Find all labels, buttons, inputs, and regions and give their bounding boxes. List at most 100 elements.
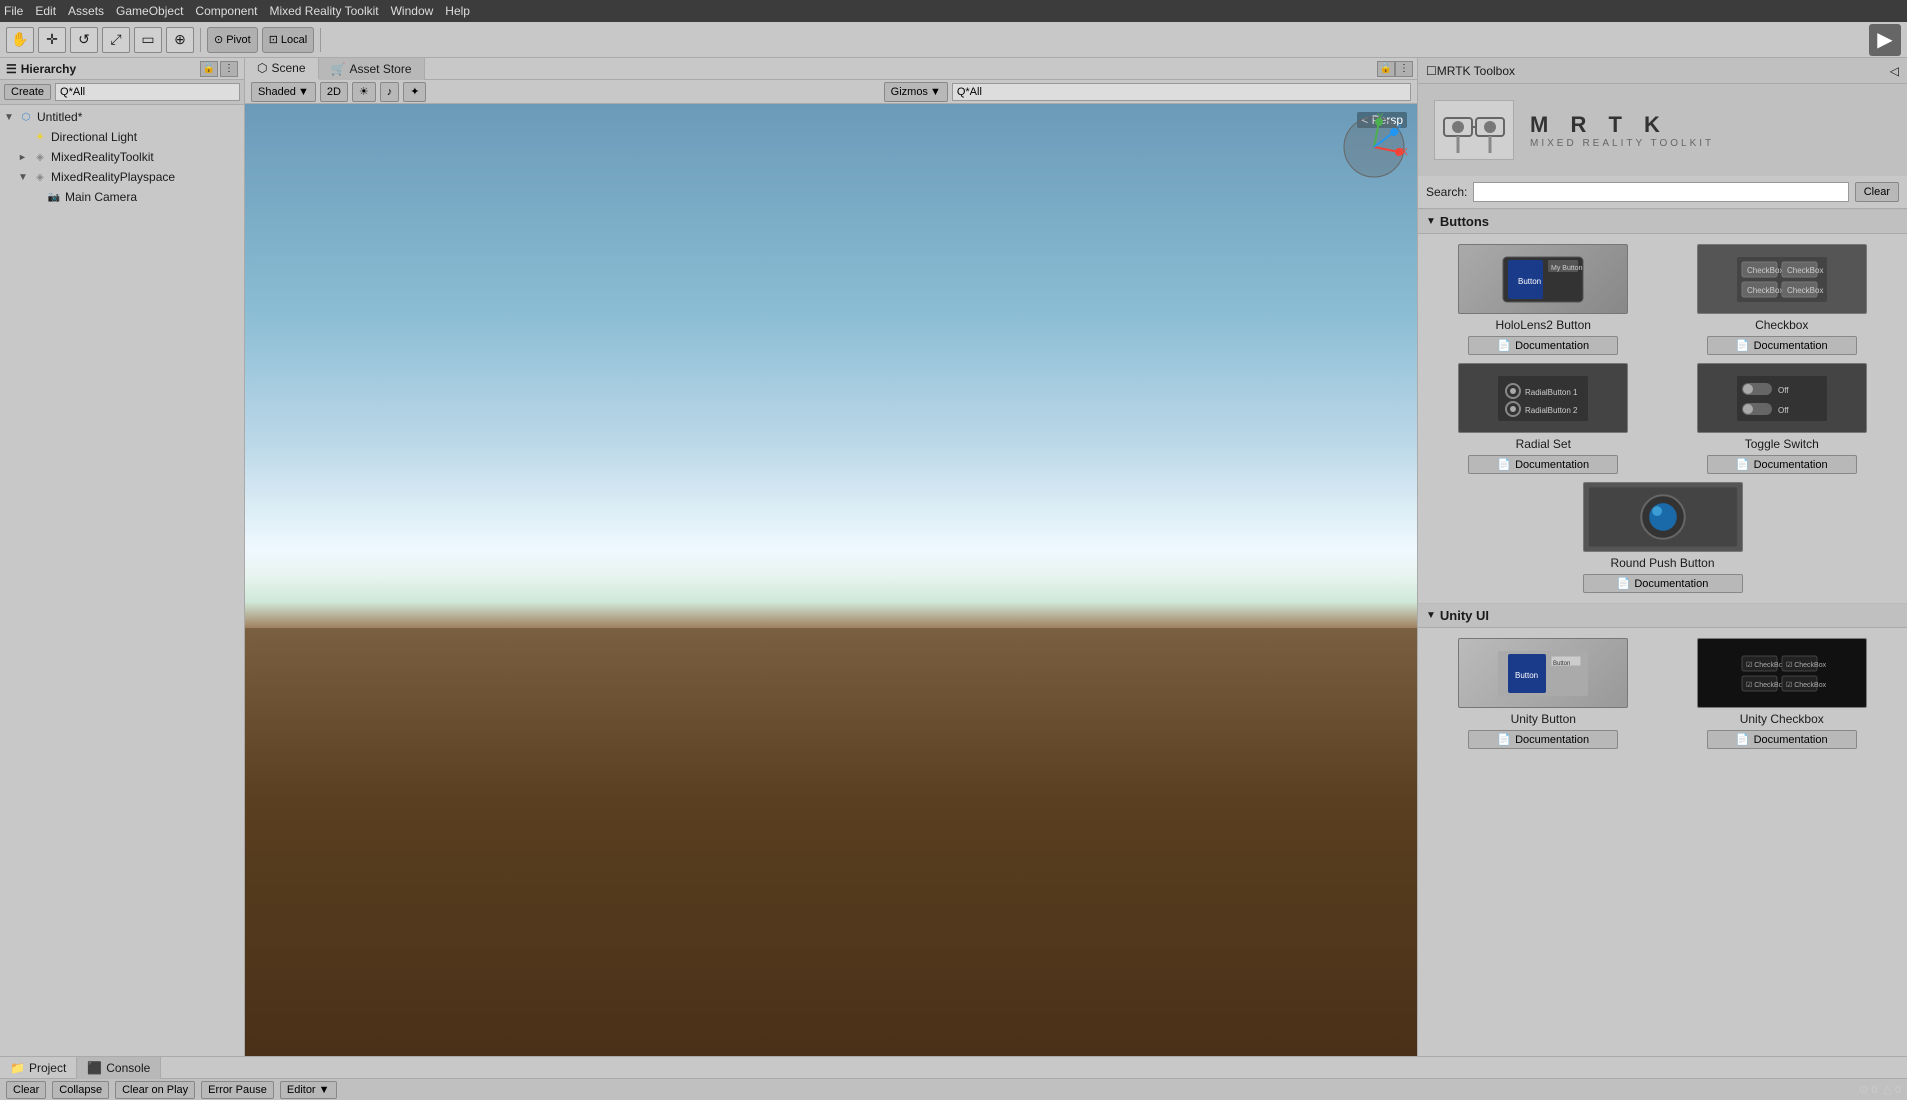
ground-background — [245, 628, 1417, 1056]
buttons-grid: Button My Button HoloLens2 Button 📄 Docu… — [1418, 234, 1907, 603]
holol2-doc-button[interactable]: 📄 Documentation — [1468, 336, 1618, 355]
toolbox-search-input[interactable] — [1473, 182, 1848, 202]
scene-tab-controls: 🔒 ⋮ — [1377, 61, 1417, 77]
radial-doc-button[interactable]: 📄 Documentation — [1468, 455, 1618, 474]
buttons-section-arrow: ▼ — [1426, 216, 1436, 227]
item-unity-button: Button Button Unity Button 📄 Documentati… — [1428, 638, 1659, 749]
svg-text:Button: Button — [1518, 277, 1541, 286]
tree-item-directional-light[interactable]: ☀ Directional Light — [0, 127, 244, 147]
lighting-button[interactable]: ☀ — [352, 82, 376, 102]
buttons-section-header[interactable]: ▼ Buttons — [1418, 209, 1907, 234]
scene-filter-input[interactable] — [952, 83, 1411, 101]
hierarchy-toolbar: Create — [0, 80, 244, 105]
shading-arrow-icon: ▼ — [298, 86, 309, 98]
unity-btn-doc-button[interactable]: 📄 Documentation — [1468, 730, 1618, 749]
round-push-doc-button[interactable]: 📄 Documentation — [1583, 574, 1743, 593]
move-tool-button[interactable]: ✛ — [38, 27, 66, 53]
menu-window[interactable]: Window — [391, 4, 434, 18]
console-clear-button[interactable]: Clear — [6, 1081, 46, 1099]
local-button[interactable]: ⊡ Local — [262, 27, 315, 53]
unity-check-doc-button[interactable]: 📄 Documentation — [1707, 730, 1857, 749]
create-button[interactable]: Create — [4, 84, 51, 100]
tree-item-main-camera[interactable]: 📷 Main Camera — [0, 187, 244, 207]
object-icon-mrtkp: ◈ — [32, 169, 48, 185]
unity-check-doc-label: Documentation — [1754, 734, 1828, 746]
transform-tool-button[interactable]: ⊕ — [166, 27, 194, 53]
rotate-tool-button[interactable]: ↺ — [70, 27, 98, 53]
doc-icon-6: 📄 — [1497, 733, 1511, 746]
scene-icon: ⬡ — [18, 109, 34, 125]
doc-icon-5: 📄 — [1617, 577, 1631, 590]
radial-label: Radial Set — [1516, 437, 1571, 451]
menu-file[interactable]: File — [4, 4, 23, 18]
toolbox-logo: M R T K MIXED REALITY TOOLKIT — [1418, 84, 1907, 176]
console-clear-on-play-button[interactable]: Clear on Play — [115, 1081, 195, 1099]
main-layout: ☰ Hierarchy 🔒 ⋮ Create ▼ ⬡ Untitled* ☀ — [0, 58, 1907, 1056]
pivot-label: Pivot — [226, 34, 250, 46]
scene-menu-button[interactable]: ⋮ — [1395, 61, 1413, 77]
tab-asset-store[interactable]: 🛒 Asset Store — [319, 58, 425, 80]
toolbar-separator-1 — [200, 28, 201, 52]
scene-toolbar: Shaded ▼ 2D ☀ ♪ ✦ Gizmos ▼ — [245, 80, 1417, 104]
unity-check-preview: ☑ CheckBox ☑ CheckBox ☑ CheckBox ☑ Check… — [1697, 638, 1867, 708]
svg-text:CheckBox: CheckBox — [1747, 286, 1783, 295]
tree-item-untitled[interactable]: ▼ ⬡ Untitled* — [0, 107, 244, 127]
unity-btn-preview: Button Button — [1458, 638, 1628, 708]
mrtk-subtitle: MIXED REALITY TOOLKIT — [1530, 138, 1714, 149]
tree-arrow-untitled: ▼ — [4, 112, 18, 123]
menu-help[interactable]: Help — [445, 4, 470, 18]
tree-item-mrtkp[interactable]: ▼ ◈ MixedRealityPlayspace — [0, 167, 244, 187]
tree-arrow-mrtkp: ▼ — [18, 172, 32, 183]
tree-label-mrtkp: MixedRealityPlayspace — [51, 170, 175, 184]
gizmos-label: Gizmos — [891, 86, 928, 98]
menu-mrtk[interactable]: Mixed Reality Toolkit — [269, 4, 378, 18]
round-push-preview — [1583, 482, 1743, 552]
fx-button[interactable]: ✦ — [403, 82, 426, 102]
rect-tool-button[interactable]: ▭ — [134, 27, 162, 53]
holol2-preview: Button My Button — [1458, 244, 1628, 314]
play-button[interactable]: ▶ — [1869, 24, 1901, 56]
hierarchy-lock-button[interactable]: 🔒 — [200, 61, 218, 77]
toggle-doc-label: Documentation — [1754, 459, 1828, 471]
menu-assets[interactable]: Assets — [68, 4, 104, 18]
tree-item-mrtk[interactable]: ► ◈ MixedRealityToolkit — [0, 147, 244, 167]
doc-icon-2: 📄 — [1736, 339, 1750, 352]
svg-text:☑ CheckBox: ☑ CheckBox — [1746, 661, 1787, 669]
audio-button[interactable]: ♪ — [380, 82, 400, 102]
tab-scene[interactable]: ⬡ Scene — [245, 58, 319, 80]
light-icon: ☀ — [32, 129, 48, 145]
menu-component[interactable]: Component — [195, 4, 257, 18]
scene-lock-button[interactable]: 🔒 — [1377, 61, 1395, 77]
gizmos-button[interactable]: Gizmos ▼ — [884, 82, 948, 102]
toggle-label: Toggle Switch — [1745, 437, 1819, 451]
console-tab-label: Console — [106, 1061, 150, 1075]
console-icon: ⬛ — [87, 1061, 102, 1075]
shading-dropdown[interactable]: Shaded ▼ — [251, 82, 316, 102]
menu-gameobject[interactable]: GameObject — [116, 4, 183, 18]
checkbox-doc-button[interactable]: 📄 Documentation — [1707, 336, 1857, 355]
console-collapse-button[interactable]: Collapse — [52, 1081, 109, 1099]
holol2-doc-label: Documentation — [1515, 340, 1589, 352]
holol2-label: HoloLens2 Button — [1496, 318, 1591, 332]
hierarchy-menu-button[interactable]: ⋮ — [220, 61, 238, 77]
unity-ui-section-header[interactable]: ▼ Unity UI — [1418, 603, 1907, 628]
menu-bar: File Edit Assets GameObject Component Mi… — [0, 0, 1907, 22]
tab-project[interactable]: 📁 Project — [0, 1057, 77, 1079]
console-toolbar: Clear Collapse Clear on Play Error Pause… — [0, 1078, 1907, 1100]
console-editor-dropdown[interactable]: Editor ▼ — [280, 1081, 337, 1099]
tab-console[interactable]: ⬛ Console — [77, 1057, 161, 1079]
toggle-doc-button[interactable]: 📄 Documentation — [1707, 455, 1857, 474]
hierarchy-search-input[interactable] — [55, 83, 240, 101]
shading-label: Shaded — [258, 86, 296, 98]
menu-edit[interactable]: Edit — [35, 4, 56, 18]
toolbox-clear-button[interactable]: Clear — [1855, 182, 1899, 202]
hand-tool-button[interactable]: ✋ — [6, 27, 34, 53]
scale-tool-button[interactable]: ⤢ — [102, 27, 130, 53]
toolbox-search-bar: Search: Clear — [1418, 176, 1907, 209]
svg-text:Off: Off — [1778, 406, 1789, 415]
pivot-button[interactable]: ⊙ Pivot — [207, 27, 258, 53]
mode-2d-button[interactable]: 2D — [320, 82, 348, 102]
svg-text:Button: Button — [1553, 661, 1570, 667]
console-error-pause-button[interactable]: Error Pause — [201, 1081, 274, 1099]
svg-text:☑ CheckBox: ☑ CheckBox — [1786, 681, 1827, 689]
